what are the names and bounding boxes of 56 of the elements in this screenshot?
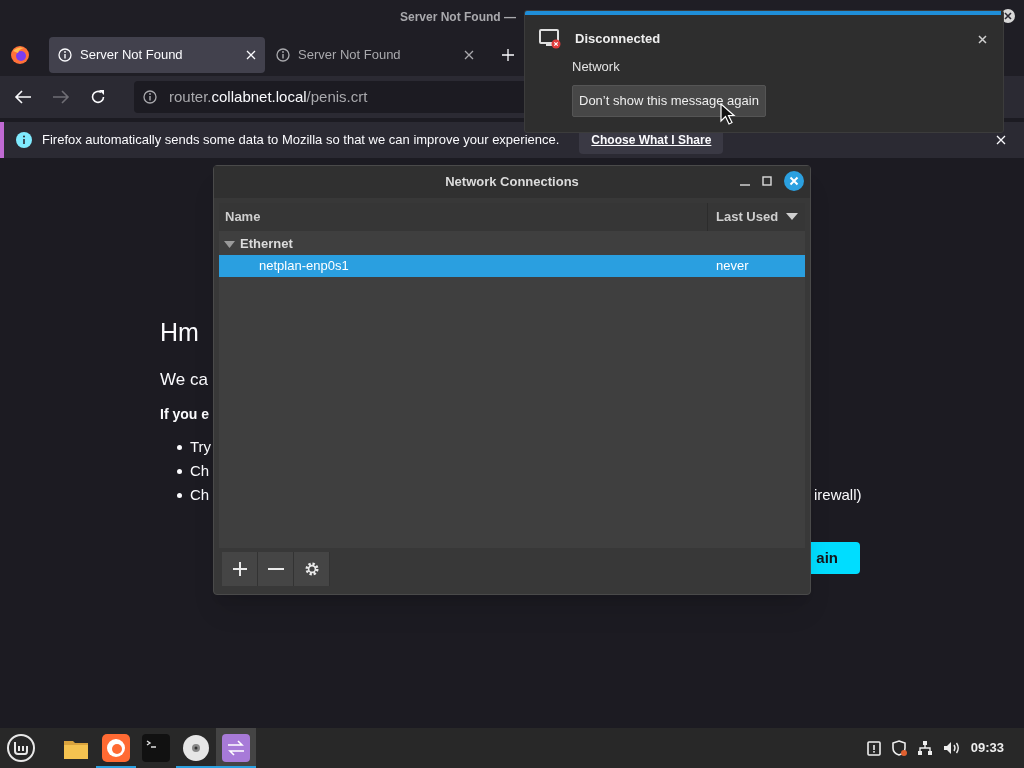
tab-label: Server Not Found (298, 46, 402, 65)
page-text: If you e (160, 405, 209, 424)
forward-icon[interactable] (52, 89, 70, 105)
info-icon (16, 132, 32, 148)
monitor-error-icon (539, 29, 561, 49)
dismiss-button[interactable]: Don’t show this message again (572, 84, 766, 117)
shield-icon[interactable] (890, 740, 907, 756)
window-title: Server Not Found — (400, 9, 516, 26)
volume-icon[interactable] (942, 740, 961, 756)
page-heading: Hm (160, 317, 199, 348)
list-item-text: Ch (190, 485, 210, 505)
settings-button[interactable] (294, 552, 330, 586)
bullet-icon (177, 492, 182, 498)
notification-title: Disconnected (575, 30, 662, 49)
group-label: Ethernet (240, 235, 293, 254)
close-icon[interactable] (464, 50, 474, 60)
list-item-text: Try (190, 437, 212, 457)
expanded-icon[interactable] (224, 238, 235, 250)
info-icon (143, 90, 157, 104)
add-icon (231, 561, 248, 577)
tab-label: Server Not Found (80, 46, 184, 65)
sort-descending-icon[interactable] (786, 213, 799, 221)
close-icon[interactable] (784, 171, 804, 191)
network-arrows-icon (221, 733, 251, 763)
bullet-icon (177, 444, 182, 450)
gear-icon (303, 561, 320, 577)
firefox-icon[interactable] (10, 45, 30, 65)
info-message: Firefox automatically sends some data to Mozilla so that we can improve your experience. (42, 131, 560, 150)
notification-text: Network (572, 58, 621, 76)
column-header[interactable]: Last Used (716, 207, 779, 227)
terminal-icon (141, 733, 171, 763)
window-title: Network Connections (445, 173, 579, 192)
close-icon[interactable] (978, 34, 987, 44)
menu-icon[interactable] (6, 733, 36, 763)
clock: 09:33 (970, 739, 1004, 758)
bullet-icon (177, 468, 182, 474)
url-text: router.collabnet.local/penis.crt (169, 86, 368, 107)
network-icon[interactable] (916, 740, 933, 756)
list-item-text: irewall) (814, 485, 862, 505)
browser-tab[interactable]: Server Not Found (267, 37, 483, 73)
taskbar-app[interactable] (216, 728, 256, 768)
info-icon (58, 48, 72, 62)
browser-icon (101, 733, 131, 763)
reload-icon[interactable] (90, 89, 106, 105)
clipboard-alert-icon[interactable] (866, 740, 881, 756)
list-item-text: Ch (190, 461, 210, 481)
add-button[interactable] (222, 552, 258, 586)
remove-button[interactable] (258, 552, 294, 586)
column-header[interactable]: Name (219, 203, 708, 231)
page-text: We ca (160, 369, 208, 391)
maximize-icon[interactable] (762, 176, 772, 186)
disc-icon (181, 733, 211, 763)
new-tab-icon[interactable] (501, 48, 515, 62)
back-icon[interactable] (14, 89, 32, 105)
browser-tab[interactable]: Server Not Found (49, 37, 265, 73)
info-icon (276, 48, 290, 62)
